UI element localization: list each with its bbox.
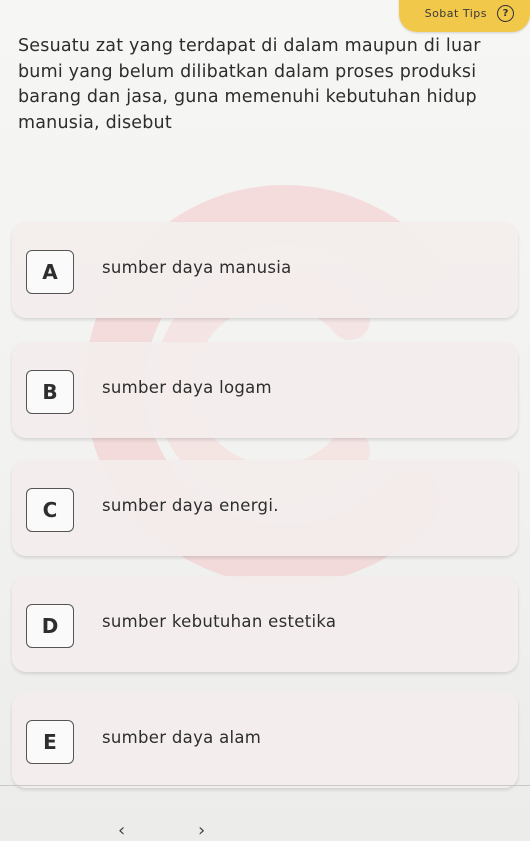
question-mark-icon: ? <box>497 4 514 22</box>
sobat-tips-label: Sobat Tips <box>424 6 487 20</box>
option-text-e: sumber daya alam <box>102 728 262 747</box>
option-d[interactable]: D sumber kebutuhan estetika <box>12 576 518 672</box>
option-c[interactable]: C sumber daya energi. <box>12 460 518 556</box>
next-chevron-icon[interactable]: › <box>198 820 205 841</box>
option-letter-c: C <box>26 488 74 532</box>
option-letter-d: D <box>26 604 74 648</box>
bottom-divider <box>0 785 530 786</box>
option-e[interactable]: E sumber daya alam <box>12 692 518 788</box>
option-b[interactable]: B sumber daya logam <box>12 342 518 438</box>
option-text-a: sumber daya manusia <box>102 258 292 277</box>
prev-chevron-icon[interactable]: ‹ <box>118 820 125 841</box>
question-text: Sesuatu zat yang terdapat di dalam maupu… <box>18 36 481 133</box>
sobat-tips-button[interactable]: Sobat Tips ? <box>398 0 530 32</box>
option-letter-a: A <box>26 250 74 294</box>
option-letter-e: E <box>26 720 74 764</box>
option-a[interactable]: A sumber daya manusia <box>12 222 518 318</box>
option-text-b: sumber daya logam <box>102 378 272 397</box>
option-text-c: sumber daya energi. <box>102 496 279 515</box>
option-letter-b: B <box>26 370 74 414</box>
option-text-d: sumber kebutuhan estetika <box>102 612 337 631</box>
